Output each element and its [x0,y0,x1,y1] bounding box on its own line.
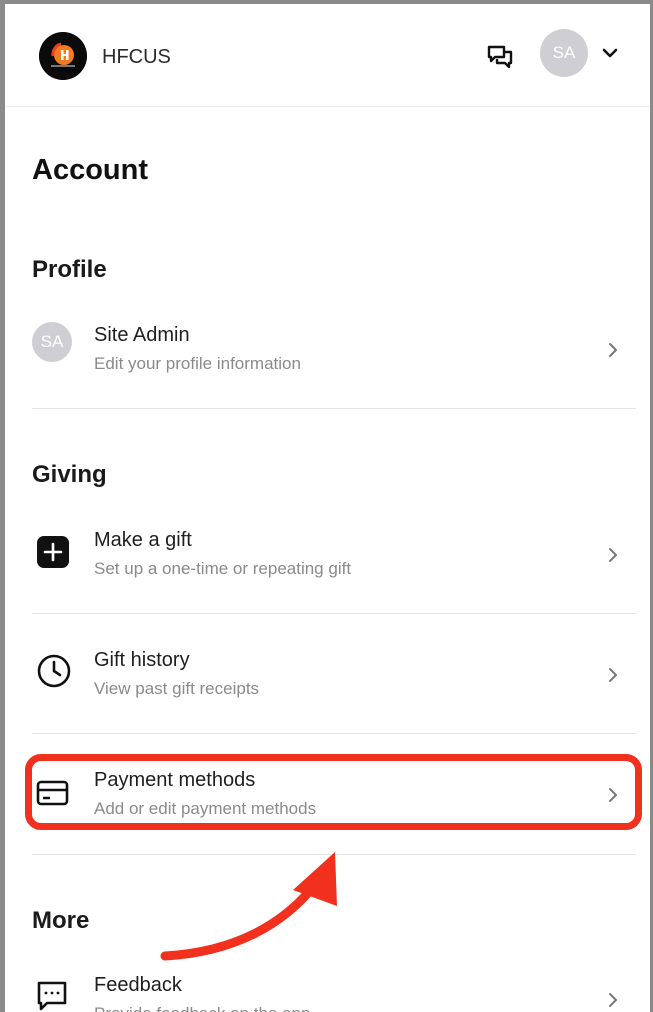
divider [32,613,636,614]
page-title: Account [32,154,148,186]
gift-history-subtitle: View past gift receipts [94,679,260,698]
app-window: HFCUS SA Account Profile SA Site Admin E… [0,0,653,1012]
make-a-gift-title: Make a gift [94,529,192,551]
chevron-right-icon [606,990,620,1010]
profile-avatar: SA [32,322,72,362]
highlight-box [25,754,642,830]
top-header: HFCUS SA [5,4,650,107]
feedback-subtitle: Provide feedback on the app [94,1004,310,1012]
clock-icon [36,653,76,693]
plus-square-icon [36,535,76,575]
section-title-giving: Giving [32,461,107,488]
section-title-profile: Profile [32,256,107,283]
brand-name: HFCUS [102,46,171,68]
feedback-title: Feedback [94,974,182,996]
arrow-annotation-icon [160,852,337,961]
chevron-right-icon [606,545,620,565]
chevron-right-icon [606,665,620,685]
gift-history-title: Gift history [94,649,190,671]
profile-name: Site Admin [94,324,190,346]
make-a-gift-row[interactable]: Make a gift Set up a one-time or repeati… [32,509,636,609]
user-avatar[interactable]: SA [540,29,588,77]
chevron-down-icon[interactable] [601,44,619,62]
gift-history-row[interactable]: Gift history View past gift receipts [32,629,636,729]
make-a-gift-subtitle: Set up a one-time or repeating gift [94,559,352,578]
section-title-more: More [32,907,90,934]
divider [32,408,636,409]
profile-row[interactable]: SA Site Admin Edit your profile informat… [32,304,636,404]
church-logo-icon[interactable] [39,32,87,80]
divider [32,733,636,734]
message-dots-icon [36,980,76,1012]
chevron-right-icon [606,340,620,360]
chat-bubbles-icon[interactable] [485,42,515,72]
profile-subtitle: Edit your profile information [94,354,301,373]
